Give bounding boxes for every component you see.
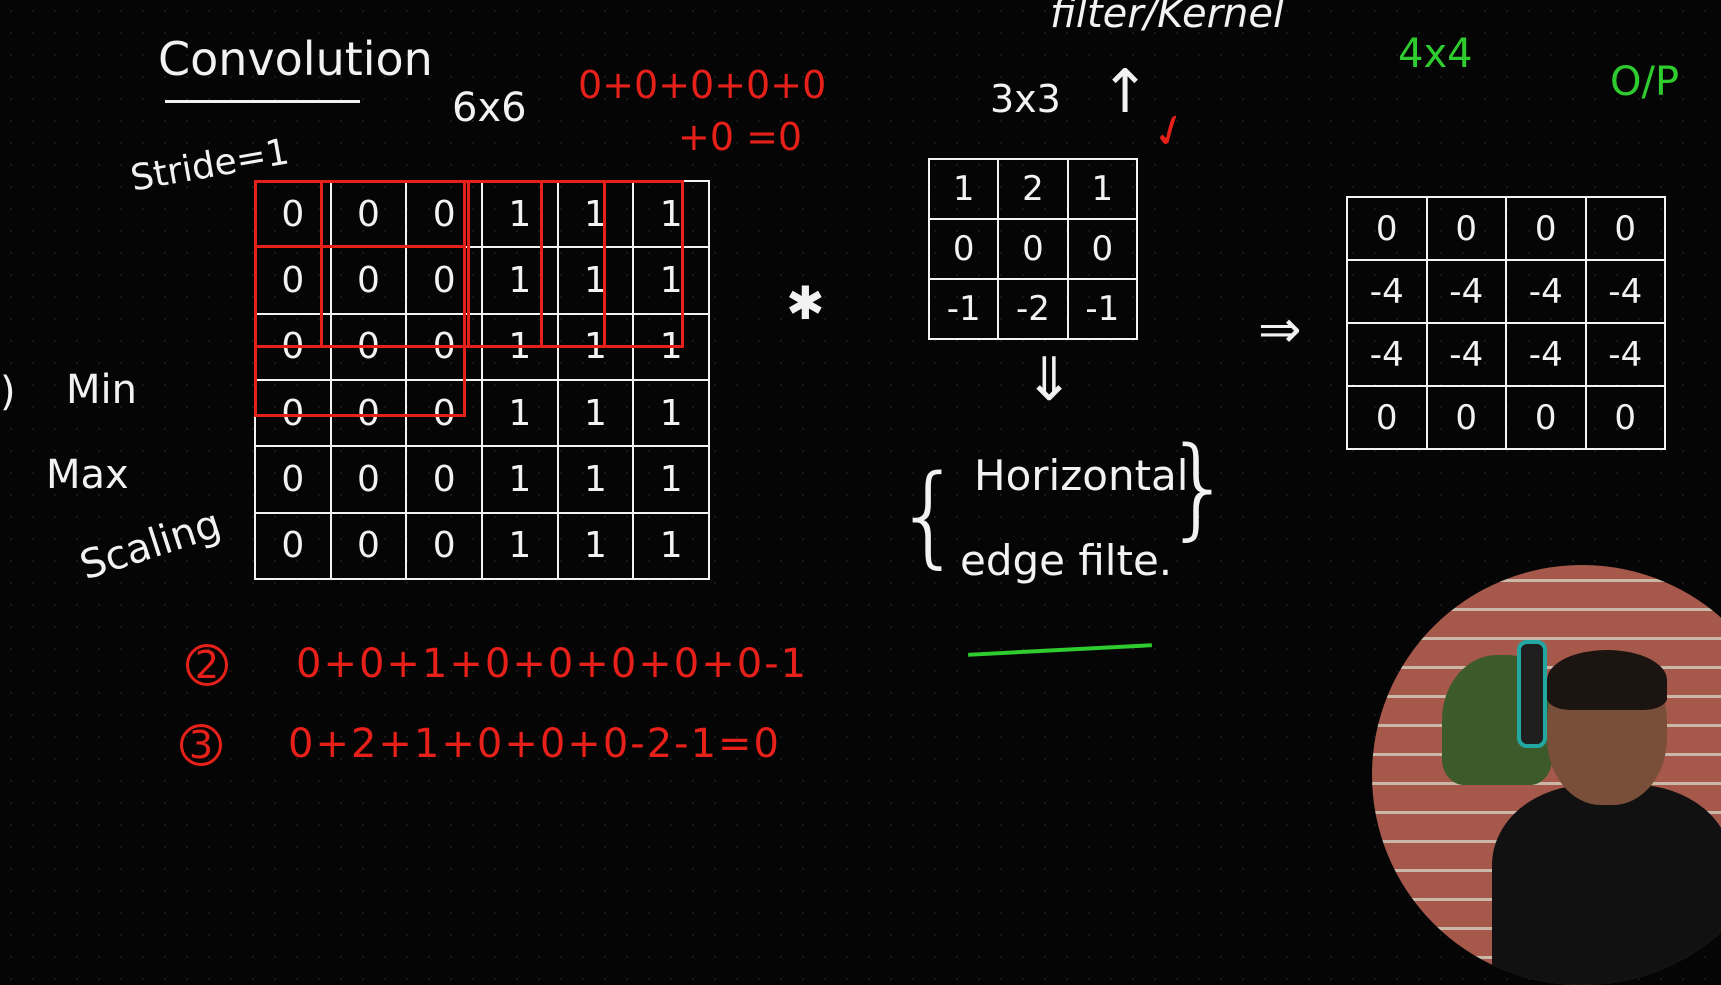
side-circle-mark: ) <box>0 369 16 415</box>
input-cell: 1 <box>558 513 635 580</box>
output-cell: 0 <box>1348 387 1428 450</box>
webcam-overlay <box>1372 565 1721 985</box>
input-cell: 1 <box>558 447 635 514</box>
filter-matrix: 1 2 1 0 0 0 -1 -2 -1 <box>928 158 1138 340</box>
filter-desc-line2: edge filte. <box>960 536 1173 585</box>
output-cell: 0 <box>1507 198 1587 261</box>
output-cell: -4 <box>1427 324 1507 387</box>
calc2-number: 2 <box>186 644 228 686</box>
output-cell: -4 <box>1507 261 1587 324</box>
output-cell: 0 <box>1586 198 1666 261</box>
filter-cell: 0 <box>999 220 1069 280</box>
input-cell: 0 <box>256 513 332 580</box>
output-cell: 0 <box>1586 387 1666 450</box>
filter-cell: 0 <box>1068 220 1138 280</box>
presenter-body <box>1492 785 1721 985</box>
input-cell: 1 <box>634 513 710 580</box>
input-cell: 1 <box>634 381 710 448</box>
arrow-down-icon: ⇓ <box>1024 345 1075 415</box>
min-label: Min <box>66 367 137 413</box>
input-cell: 1 <box>482 447 559 514</box>
filter-cell: 1 <box>930 160 1000 220</box>
bracket-right: } <box>1164 423 1234 551</box>
arrow-up-icon: ↑ <box>1100 57 1151 127</box>
calc1-line1: 0+0+0+0+0 <box>578 63 827 107</box>
filter-size-label: 3x3 <box>990 77 1061 121</box>
output-cell: -4 <box>1348 261 1428 324</box>
output-matrix: 0 0 0 0 -4 -4 -4 -4 -4 -4 -4 -4 0 0 0 0 <box>1346 196 1666 450</box>
input-cell: 1 <box>558 381 635 448</box>
output-cell: -4 <box>1507 324 1587 387</box>
green-underline <box>968 643 1152 657</box>
input-cell: 0 <box>331 513 408 580</box>
output-cell: -4 <box>1427 261 1507 324</box>
title-underline <box>165 100 360 103</box>
output-label: O/P <box>1610 59 1680 105</box>
filter-cell: 1 <box>1068 160 1138 220</box>
output-cell: 0 <box>1507 387 1587 450</box>
output-cell: 0 <box>1348 198 1428 261</box>
scaling-label: Scaling <box>74 500 227 590</box>
bracket-left: { <box>894 451 964 579</box>
red-check-mark: ✓ <box>1144 101 1197 162</box>
output-cell: -4 <box>1348 324 1428 387</box>
input-cell: 0 <box>256 447 332 514</box>
input-cell: 0 <box>407 513 483 580</box>
output-cell: -4 <box>1586 324 1666 387</box>
output-cell: 0 <box>1427 387 1507 450</box>
presenter-hair <box>1547 650 1667 710</box>
input-cell: 1 <box>482 381 559 448</box>
max-label: Max <box>46 452 129 498</box>
calc3-expr: 0+2+1+0+0+0-2-1=0 <box>288 721 782 767</box>
output-cell: 0 <box>1427 198 1507 261</box>
input-cell: 1 <box>482 513 559 580</box>
input-cell: 0 <box>407 447 483 514</box>
output-size-label: 4x4 <box>1398 31 1473 77</box>
filter-label: filter/Kernel <box>1050 0 1285 37</box>
input-size-label: 6x6 <box>452 85 527 131</box>
page-title: Convolution <box>158 32 433 86</box>
input-cell: 1 <box>634 447 710 514</box>
filter-cell: 0 <box>930 220 1000 280</box>
calc2-expr: 0+0+1+0+0+0+0+0-1 <box>296 641 809 687</box>
filter-desc-line1: Horizontal <box>974 451 1189 500</box>
convolve-symbol: ✱ <box>786 276 825 330</box>
filter-window-col <box>540 180 606 348</box>
headphone-icon <box>1517 640 1547 748</box>
output-cell: -4 <box>1586 261 1666 324</box>
filter-cell: -2 <box>999 280 1069 340</box>
filter-window-down <box>254 245 466 417</box>
arrow-right-icon: ⇒ <box>1258 300 1302 360</box>
filter-cell: -1 <box>930 280 1000 340</box>
calc1-line2: +0 =0 <box>678 115 803 159</box>
filter-cell: 2 <box>999 160 1069 220</box>
calc3-number: 3 <box>180 724 222 766</box>
input-cell: 0 <box>331 447 408 514</box>
filter-cell: -1 <box>1068 280 1138 340</box>
